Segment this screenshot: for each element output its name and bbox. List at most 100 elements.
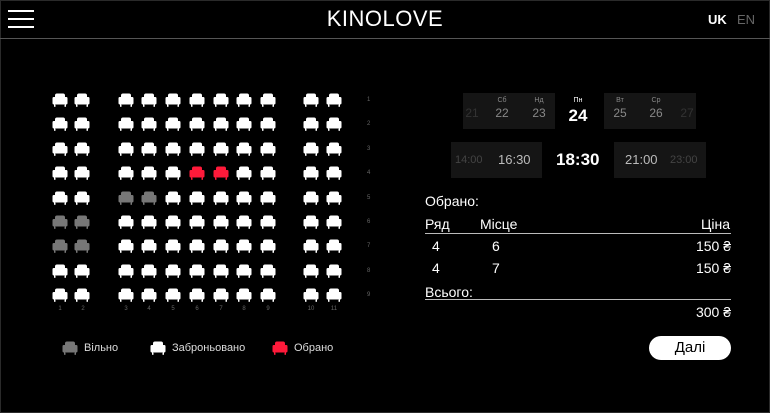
seat-booked	[165, 166, 181, 180]
seat-free[interactable]	[74, 239, 90, 254]
seat-booked	[213, 142, 229, 156]
seat-booked	[165, 191, 181, 205]
seat-booked	[236, 166, 252, 180]
column-number: 4	[147, 306, 151, 312]
seat-booked	[52, 93, 68, 107]
seat-booked	[165, 215, 181, 229]
row-number: 2	[367, 121, 371, 128]
showtime-item[interactable]: 14:00	[455, 154, 483, 166]
row-number: 7	[367, 243, 371, 250]
next-button[interactable]: Далі	[649, 336, 731, 360]
seat-booked	[52, 117, 68, 132]
date-day: 25	[613, 106, 627, 120]
legend-booked-label: Заброньовано	[172, 342, 246, 354]
row-number: 3	[367, 145, 371, 152]
date-item[interactable]: Нд 23	[524, 93, 554, 120]
column-number: 9	[266, 306, 270, 312]
seat-booked	[303, 142, 319, 156]
seat-booked	[326, 166, 342, 180]
column-number: 10	[307, 306, 315, 312]
seat-free[interactable]	[141, 191, 157, 205]
seat-free[interactable]	[52, 215, 68, 229]
row-number: 8	[367, 267, 371, 274]
seat-selected[interactable]	[189, 166, 205, 180]
seat-booked	[303, 215, 319, 229]
seat-booked	[260, 166, 276, 180]
row-number: 5	[367, 194, 371, 201]
showtime-item[interactable]: 16:30	[498, 152, 531, 167]
seat-free[interactable]	[52, 239, 68, 254]
date-item[interactable]: 21	[457, 93, 487, 120]
date-item[interactable]: Сб 22	[487, 93, 517, 120]
seat-free[interactable]	[74, 215, 90, 229]
seat-booked	[118, 215, 134, 229]
date-day: 26	[649, 106, 663, 120]
date-weekday: Сб	[497, 97, 507, 104]
total-value: 300 ₴	[695, 304, 731, 320]
seat-booked	[260, 264, 276, 278]
seat-booked	[213, 239, 229, 254]
seat-booked	[326, 264, 342, 278]
seat-booked	[189, 264, 205, 278]
language-uk[interactable]: UK	[708, 12, 727, 27]
language-en[interactable]: EN	[737, 12, 755, 27]
seat-booked	[141, 215, 157, 229]
seat-booked	[141, 117, 157, 132]
column-number: 3	[124, 306, 128, 312]
seat-booked	[118, 288, 134, 302]
seat-booked	[165, 93, 181, 107]
seat-booked	[141, 166, 157, 180]
row-number: 6	[367, 219, 371, 225]
showtime-item[interactable]: 23:00	[670, 154, 698, 166]
app-title: KINOLOVE	[326, 6, 444, 31]
seat-booked-icon	[150, 341, 166, 355]
seat-booked	[165, 264, 181, 278]
seat-booked	[260, 239, 276, 254]
seat-booked	[52, 191, 68, 205]
date-item[interactable]: Вт 25	[605, 93, 635, 120]
date-item[interactable]: 27	[672, 93, 702, 120]
seat-booked	[236, 191, 252, 205]
row-number: 9	[367, 292, 371, 299]
seat-booked	[189, 142, 205, 156]
date-item[interactable]: Ср 26	[641, 93, 671, 120]
seat-booked	[189, 215, 205, 229]
date-weekday: Ср	[651, 97, 661, 104]
date-day: 22	[495, 106, 509, 120]
header: KINOLOVE UK EN	[0, 0, 770, 39]
seat-selected-icon	[272, 341, 288, 355]
date-item[interactable]: Пн 24	[563, 93, 593, 126]
seat-booked	[213, 191, 229, 205]
seat-selected[interactable]	[213, 166, 229, 180]
column-number: 5	[171, 306, 175, 312]
column-number: 11	[330, 306, 338, 312]
ticket-seat: 6	[492, 238, 500, 254]
seat-booked	[213, 288, 229, 302]
seat-free[interactable]	[118, 191, 134, 205]
seat-booked	[260, 191, 276, 205]
seat-booked	[141, 264, 157, 278]
seat-booked	[141, 142, 157, 156]
row-number: 1	[367, 97, 371, 103]
seat-booked	[236, 264, 252, 278]
seat-booked	[303, 239, 319, 254]
date-day: 23	[532, 106, 546, 120]
date-weekday: Вт	[616, 97, 624, 104]
seat-booked	[118, 166, 134, 180]
seat-booked	[141, 93, 157, 107]
seat-booked	[260, 93, 276, 107]
ticket-price: 150 ₴	[695, 260, 731, 276]
showtime-item[interactable]: 21:00	[625, 152, 658, 167]
ticket-price: 150 ₴	[695, 238, 731, 254]
seat-booked	[141, 288, 157, 302]
seat-booked	[326, 142, 342, 156]
seat-booked	[74, 166, 90, 180]
showtime-item[interactable]: 18:30	[556, 150, 599, 170]
legend-free-label: Вільно	[84, 342, 119, 354]
seat-booked	[236, 142, 252, 156]
seat-booked	[303, 288, 319, 302]
seat-booked	[118, 93, 134, 107]
seat-booked	[326, 117, 342, 132]
seat-booked	[189, 93, 205, 107]
seat-booked	[74, 142, 90, 156]
